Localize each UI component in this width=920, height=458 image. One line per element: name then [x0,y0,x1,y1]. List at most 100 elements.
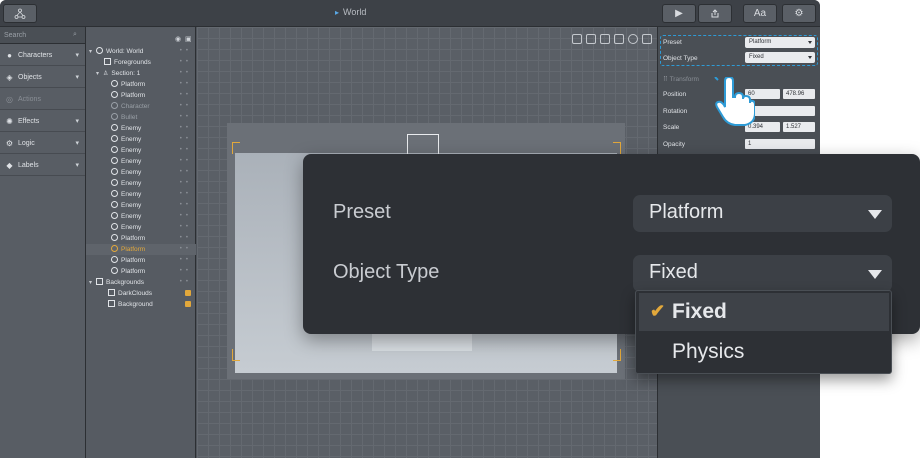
layers-icon[interactable] [600,34,610,44]
lock-icon[interactable] [586,34,596,44]
row-toggles[interactable]: •• [180,277,192,288]
play-button[interactable]: ▶ [662,4,696,23]
sidebar-item-label: Objects [18,73,42,81]
grid-icon[interactable] [642,34,652,44]
row-toggles[interactable]: •• [180,178,192,189]
transform-heading: ⠿ Transform [663,75,699,83]
sidebar-item-logic[interactable]: ⚙ Logic ▾ [0,133,85,154]
chevron-down-icon: ▾ [75,162,79,169]
tree-row[interactable]: Bullet •• [86,112,196,123]
tree-row[interactable]: Enemy •• [86,123,196,134]
checkmark-icon: ✔ [650,301,666,321]
magnet-icon[interactable] [614,34,624,44]
tree-row[interactable]: Platform •• [86,233,196,244]
tree-row-selected[interactable]: Platform •• [86,244,196,255]
row-toggles[interactable]: •• [180,200,192,211]
person-icon: ● [7,50,12,60]
transform-label: Transform [669,76,699,83]
tree-row[interactable]: Enemy •• [86,200,196,211]
row-toggles[interactable]: •• [180,266,192,277]
object-type-dropdown-menu: ✔ Fixed Physics [635,290,892,374]
fit-icon[interactable] [572,34,582,44]
tree-row[interactable]: Enemy •• [86,222,196,233]
position-y-field[interactable]: 478.96 [783,89,815,99]
row-toggles[interactable]: •• [180,244,192,255]
zoom-preset-select[interactable]: Platform [633,195,892,232]
row-toggles[interactable]: •• [180,57,192,68]
row-toggles[interactable]: •• [180,68,192,79]
opacity-label: Opacity [663,141,686,148]
option-physics[interactable]: Physics [639,333,889,371]
object-icon [111,245,118,252]
row-toggles[interactable]: •• [180,90,192,101]
gear-icon: ⚙ [794,8,804,19]
tree-row[interactable]: Enemy •• [86,167,196,178]
row-toggles[interactable]: •• [180,211,192,222]
selection-corner [232,142,240,154]
tree-row[interactable]: DarkClouds [86,288,196,299]
row-toggles[interactable]: •• [180,79,192,90]
tree-row-label: Enemy [121,224,142,231]
export-button[interactable] [698,4,732,23]
scale-y-field[interactable]: 1.527 [783,122,815,132]
row-toggles[interactable]: •• [180,123,192,134]
tree-row[interactable]: Enemy •• [86,178,196,189]
row-toggles[interactable]: •• [180,255,192,266]
sidebar-item-labels[interactable]: ◆ Labels ▾ [0,155,85,176]
sidebar-item-characters[interactable]: ● Characters ▾ [0,45,85,66]
selection-corner [613,349,621,361]
lock-icon[interactable]: ▣ [185,35,192,43]
tree-row[interactable]: ▾ World: World •• [86,46,196,57]
zoom-preset-value: Platform [649,201,724,223]
view-icon[interactable] [628,34,638,44]
tree-row[interactable]: Background [86,299,196,310]
row-toggles[interactable]: •• [180,189,192,200]
tree-row[interactable]: ▾ ♙ Section: 1 •• [86,68,196,79]
tree-row[interactable]: Platform •• [86,79,196,90]
tree-row[interactable]: Character •• [86,101,196,112]
row-toggles[interactable]: •• [180,222,192,233]
row-toggles[interactable]: •• [180,101,192,112]
tree-row[interactable]: Platform •• [86,90,196,101]
lock-icon[interactable] [185,301,191,307]
tree-row-label: Enemy [121,136,142,143]
row-toggles[interactable]: •• [180,46,192,57]
tree-row[interactable]: Platform •• [86,255,196,266]
tree-row[interactable]: ▾ Backgrounds •• [86,277,196,288]
tree-row[interactable]: Foregrounds •• [86,57,196,68]
row-toggles[interactable]: •• [180,134,192,145]
tree-row[interactable]: Enemy •• [86,145,196,156]
tree-row[interactable]: Enemy •• [86,189,196,200]
row-toggles[interactable]: •• [180,167,192,178]
tree-row[interactable]: Enemy •• [86,211,196,222]
row-toggles[interactable]: •• [180,112,192,123]
lock-icon[interactable] [185,290,191,296]
option-fixed[interactable]: ✔ Fixed [639,293,889,331]
row-toggles[interactable]: •• [180,233,192,244]
settings-button[interactable]: ⚙ [782,4,816,23]
visibility-icon[interactable]: ◉ [175,35,181,43]
tree-row[interactable]: Enemy •• [86,134,196,145]
object-type-select[interactable]: Fixed [745,52,815,63]
sidebar-item-actions[interactable]: ◎ Actions [0,89,85,110]
sidebar-item-effects[interactable]: ✺ Effects ▾ [0,111,85,132]
object-icon [111,91,118,98]
spike-object[interactable] [372,331,472,351]
sidebar-item-objects[interactable]: ◈ Objects ▾ [0,67,85,88]
text-style-button[interactable]: Aa [743,4,777,23]
zoom-object-type-select[interactable]: Fixed [633,255,892,292]
image-icon [96,278,103,285]
rotation-field[interactable]: 0 [745,106,815,116]
object-icon [111,80,118,87]
opacity-field[interactable]: 1 [745,139,815,149]
tree-row-label: Platform [121,246,146,253]
preset-select[interactable]: Platform [745,37,815,48]
row-toggles[interactable]: •• [180,156,192,167]
row-toggles[interactable]: •• [180,145,192,156]
option-label: Fixed [672,300,727,323]
logo-button[interactable] [3,4,37,23]
object-icon [111,267,118,274]
tree-row[interactable]: Platform •• [86,266,196,277]
tree-row[interactable]: Enemy •• [86,156,196,167]
tree-row-label: Background [118,301,153,308]
